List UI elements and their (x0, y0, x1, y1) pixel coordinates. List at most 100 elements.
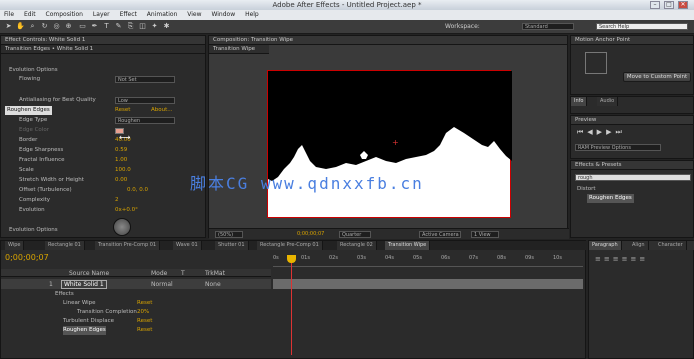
comp-timecode[interactable]: 0;00;00;07 (297, 231, 324, 237)
edge-sharpness-value[interactable]: 0.59 (115, 146, 127, 155)
tab-align[interactable]: Align (629, 241, 649, 250)
transition-completion-row[interactable]: Transition Completion (77, 308, 137, 317)
mode-header[interactable]: Mode (151, 270, 167, 277)
evolution-value[interactable]: 0x+0.0° (115, 206, 138, 215)
menu-view[interactable]: View (183, 10, 205, 20)
composition-tab[interactable]: Composition: Transition Wipe (209, 36, 567, 45)
tab-rectangle-02[interactable]: Rectangle 02 (337, 241, 377, 250)
tab-wave-01[interactable]: Wave 01 (173, 241, 202, 250)
about-link[interactable]: About... (151, 106, 173, 115)
close-button[interactable]: ✕ (678, 1, 688, 9)
composition-subtab[interactable]: Transition Wipe (209, 45, 269, 54)
tree-item-distort[interactable]: Distort (577, 185, 596, 194)
antialias-select[interactable]: Low (115, 97, 175, 104)
timeline-timecode[interactable]: 0;00;00;07 (5, 253, 49, 262)
eraser-tool-icon[interactable]: ◫ (138, 22, 147, 31)
layer-mode[interactable]: Normal (151, 281, 173, 288)
workspace-select[interactable]: Standard (522, 23, 574, 30)
menu-composition[interactable]: Composition (42, 10, 87, 20)
menu-effect[interactable]: Effect (116, 10, 141, 20)
zoom-tool-icon[interactable]: ⌕ (28, 22, 37, 31)
tab-effects-presets[interactable]: Effects & Presets (571, 161, 693, 170)
camera-select[interactable]: Active Camera (419, 231, 461, 238)
tab-character[interactable]: Character (655, 241, 687, 250)
move-to-custom-point-button[interactable]: Move to Custom Point (623, 72, 691, 82)
views-select[interactable]: 1 View (471, 231, 499, 238)
complexity-value[interactable]: 2 (115, 196, 119, 205)
tab-transition-pre-comp-01[interactable]: Transition Pre-Comp 01 (95, 241, 161, 250)
tab-wipe[interactable]: Wipe (5, 241, 25, 250)
trkmat-header[interactable]: TrkMat (205, 270, 225, 277)
tab-audio[interactable]: Audio (597, 97, 619, 106)
effects-group[interactable]: Effects (55, 290, 74, 299)
flowing-select[interactable]: Not Set (115, 76, 175, 83)
tab-preview[interactable]: Preview (571, 116, 693, 125)
ram-preview-select[interactable]: RAM Preview Options (575, 144, 661, 151)
layer-name[interactable]: White Solid 1 (61, 280, 107, 289)
maximize-button[interactable]: □ (664, 1, 674, 9)
selection-tool-icon[interactable]: ➤ (4, 22, 13, 31)
tab-rectangle-pre-comp-01[interactable]: Rectangle Pre-Comp 01 (257, 241, 323, 250)
pen-tool-icon[interactable]: ✒ (90, 22, 99, 31)
transition-completion-value[interactable]: 20% (137, 308, 149, 317)
evolution-dial-icon[interactable] (113, 218, 131, 236)
prop-label[interactable]: Evolution Options (9, 66, 58, 75)
evolution-options-label[interactable]: Evolution Options (9, 226, 58, 235)
menu-layer[interactable]: Layer (89, 10, 114, 20)
text-tool-icon[interactable]: T (102, 22, 111, 31)
mask-tool-icon[interactable]: ▭ (78, 22, 87, 31)
scale-value[interactable]: 100.0 (115, 166, 131, 175)
motion-anchor-tab[interactable]: Motion Anchor Point (571, 36, 693, 45)
zoom-select[interactable]: (50%) (215, 231, 243, 238)
playback-controls-icon[interactable]: ⏮◀▶▶⏭ (577, 128, 626, 137)
tab-rectangle-01[interactable]: Rectangle 01 (45, 241, 85, 250)
pan-behind-tool-icon[interactable]: ⊕ (64, 22, 73, 31)
turbulent-displace-reset[interactable]: Reset (137, 317, 152, 326)
roughen-edges-reset[interactable]: Reset (137, 326, 152, 335)
brush-tool-icon[interactable]: ✎ (114, 22, 123, 31)
reset-link[interactable]: Reset (115, 106, 130, 115)
turbulent-displace-row[interactable]: Turbulent Displace (63, 317, 114, 326)
roughen-edges-effect[interactable]: Roughen Edges (5, 106, 52, 115)
menu-window[interactable]: Window (207, 10, 239, 20)
tab-info[interactable]: Info (571, 97, 588, 106)
tab-paragraph[interactable]: Paragraph (589, 241, 622, 250)
offset-value[interactable]: 0.0, 0.0 (127, 186, 148, 195)
search-help-input[interactable]: Search Help (596, 23, 688, 30)
stretch-value[interactable]: 0.00 (115, 176, 127, 185)
fractal-influence-value[interactable]: 1.00 (115, 156, 127, 165)
roto-brush-tool-icon[interactable]: ✦ (150, 22, 159, 31)
linear-wipe-row[interactable]: Linear Wipe (63, 299, 96, 308)
menu-help[interactable]: Help (241, 10, 263, 20)
puppet-tool-icon[interactable]: ✱ (162, 22, 171, 31)
linear-wipe-reset[interactable]: Reset (137, 299, 152, 308)
resolution-select[interactable]: Quarter (339, 231, 371, 238)
layer-row[interactable]: 1 White Solid 1 Normal None (1, 279, 271, 289)
rotate-tool-icon[interactable]: ↻ (40, 22, 49, 31)
effects-search-input[interactable]: rough (575, 174, 691, 181)
menu-animation[interactable]: Animation (143, 10, 182, 20)
clone-tool-icon[interactable]: ⎘ (126, 22, 135, 31)
tree-item-roughen-edges[interactable]: Roughen Edges (587, 194, 634, 203)
paragraph-align-icons[interactable]: ≡≡≡≡≡≡ (595, 255, 648, 263)
playhead-icon[interactable] (287, 255, 296, 263)
effect-controls-tab[interactable]: Effect Controls: White Solid 1 (1, 36, 205, 45)
camera-tool-icon[interactable]: ◎ (52, 22, 61, 31)
edge-type-select[interactable]: Roughen (115, 117, 175, 124)
info-panel: Info Audio (570, 96, 694, 114)
menu-file[interactable]: File (0, 10, 18, 20)
current-time-indicator[interactable] (291, 255, 292, 355)
layer-bar[interactable] (273, 279, 583, 289)
anchor-grid-icon[interactable] (585, 52, 607, 74)
tab-transition-wipe[interactable]: Transition Wipe (385, 241, 431, 250)
comp-viewer[interactable]: + (267, 70, 512, 218)
minimize-button[interactable]: – (650, 1, 660, 9)
t-header[interactable]: T (181, 270, 185, 277)
layer-trkmat[interactable]: None (205, 281, 221, 288)
roughen-edges-row[interactable]: Roughen Edges (63, 326, 106, 335)
hand-tool-icon[interactable]: ✋ (16, 22, 25, 31)
source-name-header[interactable]: Source Name (69, 270, 109, 277)
tab-shutter-01[interactable]: Shutter 01 (215, 241, 249, 250)
menu-edit[interactable]: Edit (20, 10, 40, 20)
time-ruler[interactable]: 0s 01s 02s 03s 04s 05s 06s 07s 08s 09s 1… (273, 255, 583, 267)
